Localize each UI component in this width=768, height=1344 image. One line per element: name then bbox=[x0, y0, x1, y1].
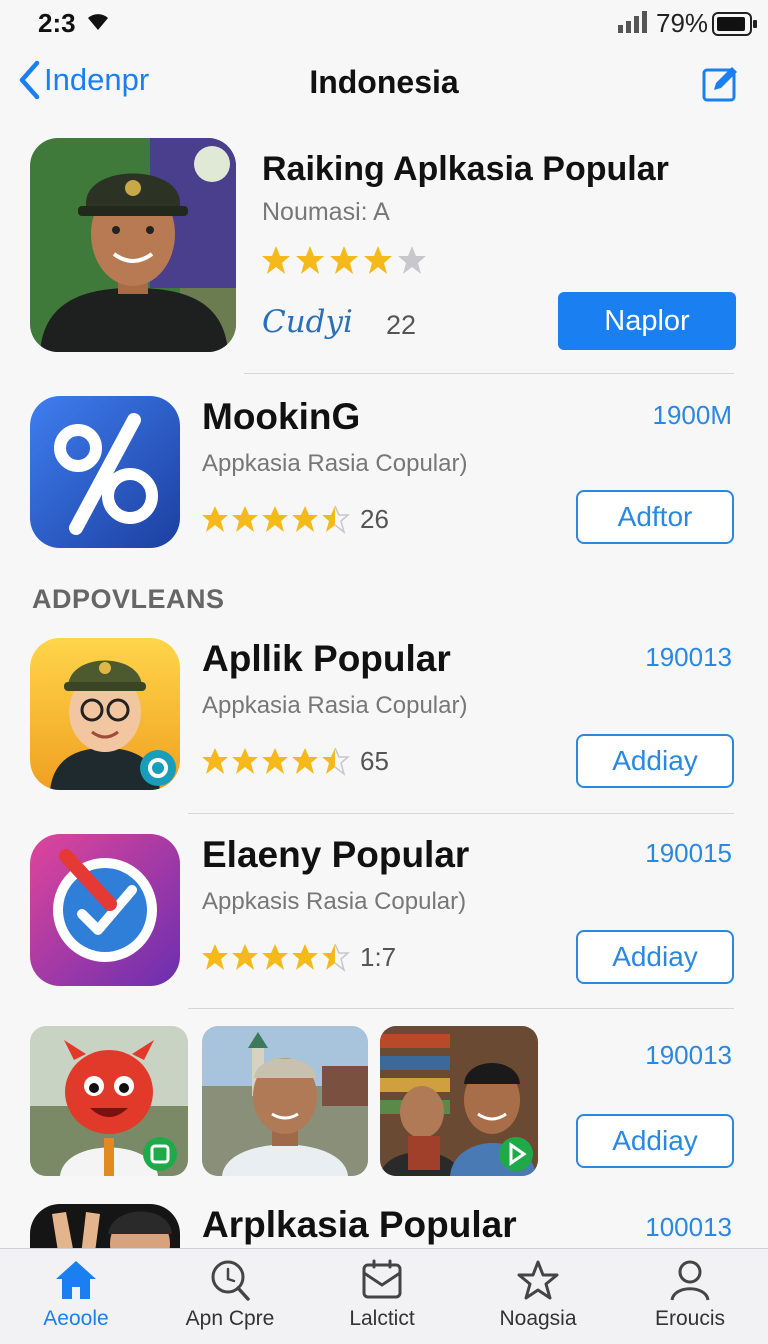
featured-app-image bbox=[30, 138, 236, 352]
tab-inbox[interactable]: Lalctict bbox=[312, 1259, 452, 1331]
featured-developer-signature: Cudyi bbox=[262, 304, 353, 340]
wifi-icon bbox=[88, 14, 108, 30]
screenshot-thumbnail[interactable] bbox=[30, 1026, 188, 1176]
tab-label: Lalctict bbox=[349, 1307, 415, 1330]
tab-label: Aeoole bbox=[43, 1307, 109, 1330]
back-button-label: Indenpr bbox=[44, 62, 150, 97]
app-icon-peace-hand bbox=[30, 1204, 180, 1248]
app-icon-percent bbox=[30, 396, 180, 548]
app-rating-count: 1:7 bbox=[360, 942, 397, 972]
star-icon bbox=[517, 1260, 559, 1300]
tab-profile[interactable]: Eroucis bbox=[620, 1259, 760, 1331]
person-icon bbox=[670, 1260, 710, 1301]
app-list-item[interactable]: MookinG Appkasia Rasia Copular) 26 1900M… bbox=[30, 396, 736, 556]
back-button[interactable]: Indenpr bbox=[18, 60, 149, 100]
tab-search[interactable]: Apn Cpre bbox=[160, 1259, 300, 1331]
chevron-left-icon bbox=[19, 60, 40, 100]
app-icon-officer-cartoon bbox=[30, 638, 180, 790]
rating-stars bbox=[202, 747, 351, 776]
app-get-button[interactable]: Addiay bbox=[576, 1114, 734, 1168]
section-header: ADPOVLEANS bbox=[32, 584, 225, 614]
app-rating-count: 26 bbox=[360, 504, 389, 534]
search-icon bbox=[211, 1260, 250, 1301]
app-description: Appkasis Rasia Copular) bbox=[202, 888, 467, 915]
app-list-item[interactable]: Elaeny Popular Appkasis Rasia Copular) 1… bbox=[30, 834, 736, 994]
rating-stars bbox=[202, 943, 351, 972]
app-icon-clock-check bbox=[30, 834, 180, 986]
app-size: 190015 bbox=[645, 838, 732, 868]
app-size: 190013 bbox=[645, 642, 732, 672]
screenshot-thumbnail[interactable] bbox=[380, 1026, 538, 1176]
tab-star[interactable]: Noagsia bbox=[468, 1259, 608, 1331]
tab-label: Apn Cpre bbox=[185, 1307, 275, 1330]
app-description: Appkasia Rasia Copular) bbox=[202, 692, 468, 719]
app-list-item[interactable]: Apllik Popular Appkasia Rasia Copular) 6… bbox=[30, 638, 736, 798]
compose-icon[interactable] bbox=[702, 64, 740, 102]
app-size: 190013 bbox=[645, 1040, 732, 1070]
screenshot-thumbnail[interactable] bbox=[202, 1026, 368, 1176]
app-description: Appkasia Rasia Copular) bbox=[202, 450, 468, 477]
featured-rating-count: 22 bbox=[386, 310, 417, 340]
app-name: Arplkasia Popular bbox=[202, 1204, 517, 1245]
inbox-icon bbox=[362, 1259, 402, 1299]
app-get-button[interactable]: Adftor bbox=[576, 490, 734, 544]
tab-home[interactable]: Aeoole bbox=[6, 1259, 146, 1331]
app-size: 100013 bbox=[645, 1212, 732, 1242]
app-rating-count: 65 bbox=[360, 746, 389, 776]
featured-get-button[interactable]: Naplor bbox=[558, 292, 736, 350]
battery-percent: 79% bbox=[656, 8, 709, 38]
featured-app-subtitle: Noumasi: A bbox=[262, 198, 390, 226]
tab-label: Eroucis bbox=[654, 1307, 726, 1330]
app-size: 1900M bbox=[652, 400, 733, 430]
app-get-button[interactable]: Addiay bbox=[576, 930, 734, 984]
featured-app-title: Raiking Aplkasia Popular bbox=[262, 150, 669, 188]
status-bar: 2:3 79% bbox=[0, 0, 768, 48]
app-list-item[interactable]: Arplkasia Popular 100013 bbox=[30, 1204, 736, 1248]
app-name: Elaeny Popular bbox=[202, 834, 470, 875]
divider bbox=[188, 813, 734, 814]
app-name: MookinG bbox=[202, 396, 361, 437]
tab-bar: Aeoole Apn Cpre Lalctict Noagsia Eroucis bbox=[0, 1248, 768, 1344]
app-get-button[interactable]: Addiay bbox=[576, 734, 734, 788]
status-time: 2:3 bbox=[38, 8, 76, 38]
rating-stars bbox=[262, 246, 426, 274]
rating-stars bbox=[202, 505, 351, 534]
home-icon bbox=[56, 1261, 96, 1299]
divider bbox=[188, 1008, 734, 1009]
featured-app[interactable]: Raiking Aplkasia Popular Noumasi: A Cudy… bbox=[30, 138, 736, 358]
app-name: Apllik Popular bbox=[202, 638, 451, 679]
signal-icon bbox=[618, 11, 647, 33]
divider bbox=[244, 373, 734, 374]
navigation-bar: Indenpr Indonesia bbox=[0, 56, 768, 112]
tab-label: Noagsia bbox=[499, 1307, 577, 1330]
battery-icon bbox=[712, 12, 757, 36]
